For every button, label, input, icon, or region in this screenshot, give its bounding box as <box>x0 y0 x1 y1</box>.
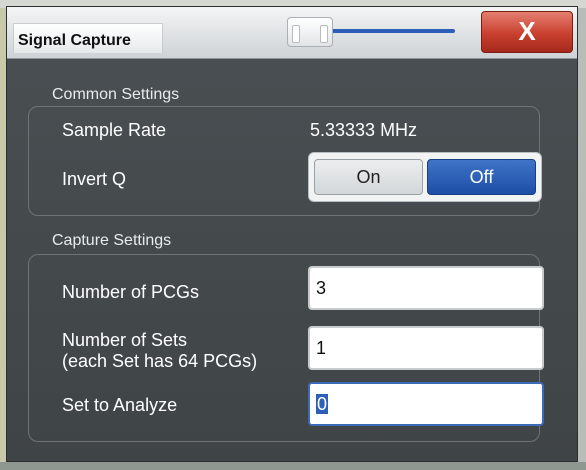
sample-rate-value: 5.33333 MHz <box>310 120 418 140</box>
number-of-pcgs-input[interactable]: 3 <box>308 266 544 310</box>
number-of-sets-input[interactable]: 1 <box>308 326 544 370</box>
invert-q-off-button[interactable]: Off <box>427 159 536 195</box>
dialog-title: Signal Capture <box>13 23 163 53</box>
set-to-analyze-value: 0 <box>316 394 329 414</box>
number-of-pcgs-label: Number of PCGs <box>62 282 200 302</box>
number-of-sets-label-line2: (each Set has 64 PCGs) <box>62 351 258 371</box>
invert-q-label: Invert Q <box>62 169 127 189</box>
close-icon: X <box>518 16 536 46</box>
capture-settings-heading: Capture Settings <box>52 232 172 249</box>
set-to-analyze-label: Set to Analyze <box>62 395 178 415</box>
set-to-analyze-input[interactable]: 0 <box>308 382 544 426</box>
close-button[interactable]: X <box>481 11 573 53</box>
dialog-titlebar[interactable]: Signal Capture X <box>7 7 577 59</box>
sample-rate-label: Sample Rate <box>62 120 167 140</box>
number-of-sets-label: Number of Sets (each Set has 64 PCGs) <box>62 330 257 372</box>
number-of-sets-label-line1: Number of Sets <box>62 330 188 350</box>
transparency-slider-thumb[interactable] <box>287 17 333 47</box>
invert-q-on-button[interactable]: On <box>314 159 423 195</box>
invert-q-toggle: On Off <box>308 152 542 202</box>
background-bottom <box>0 462 586 470</box>
common-settings-heading: Common Settings <box>52 86 180 103</box>
